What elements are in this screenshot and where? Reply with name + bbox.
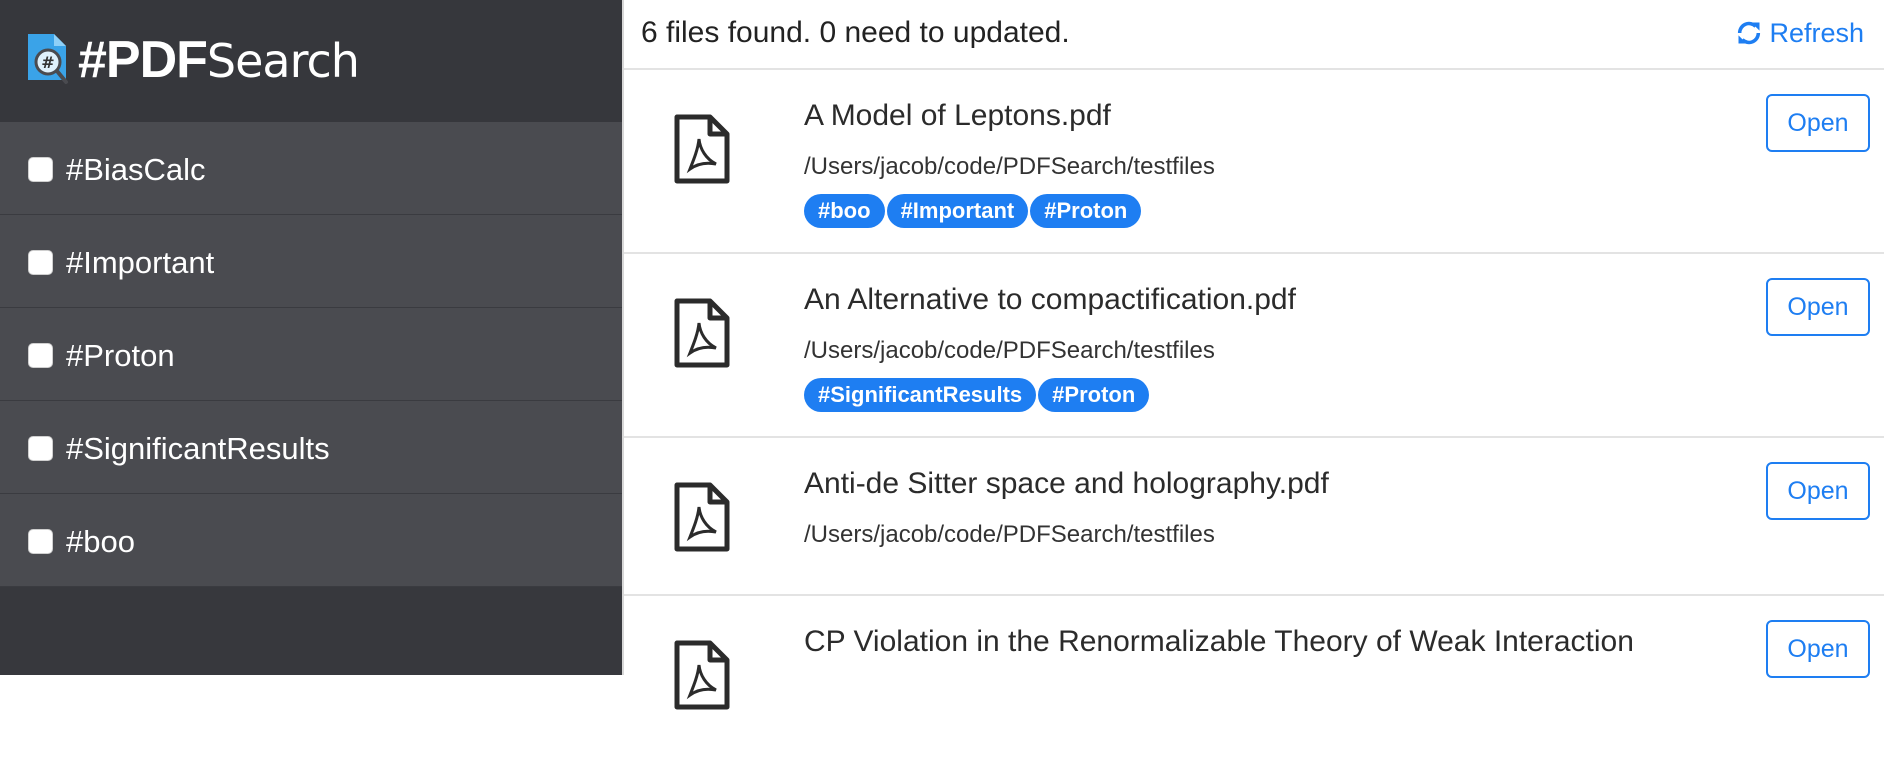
file-row: An Alternative to compactification.pdf /… [624, 254, 1884, 438]
file-list: A Model of Leptons.pdf /Users/jacob/code… [624, 70, 1884, 780]
file-name: Anti-de Sitter space and holography.pdf [804, 467, 1329, 500]
open-button[interactable]: Open [1766, 462, 1870, 520]
tag-chip[interactable]: #SignificantResults [804, 378, 1037, 412]
tag-label: #boo [66, 524, 135, 559]
app-brand: # #PDFSearch [0, 0, 622, 122]
pdf-file-icon [674, 298, 730, 368]
results-header: 6 files found. 0 need to updated. Refres… [624, 0, 1884, 70]
pdf-file-icon [674, 114, 730, 184]
tag-chip[interactable]: #Proton [1038, 378, 1150, 412]
open-button[interactable]: Open [1766, 620, 1870, 678]
file-name: A Model of Leptons.pdf [804, 99, 1111, 132]
tag-item-significantresults[interactable]: #SignificantResults [0, 401, 622, 494]
app-title-bold: #PDF [78, 31, 208, 89]
tag-checkbox[interactable] [28, 529, 53, 554]
tag-label: #Important [66, 245, 215, 280]
tag-checkbox[interactable] [28, 250, 53, 275]
tag-checkbox[interactable] [28, 157, 53, 182]
file-path: /Users/jacob/code/PDFSearch/testfiles [804, 337, 1215, 364]
tag-chip[interactable]: #Important [886, 194, 1029, 228]
pdf-file-icon [674, 482, 730, 552]
tag-item-biascalc[interactable]: #BiasCalc [0, 122, 622, 215]
sidebar: # #PDFSearch #BiasCalc #Important #Proto… [0, 0, 622, 675]
file-path: /Users/jacob/code/PDFSearch/testfiles [804, 153, 1215, 180]
tag-label: #SignificantResults [66, 431, 330, 466]
file-tags: #boo #Important #Proton [804, 194, 1143, 228]
file-name: CP Violation in the Renormalizable Theor… [804, 625, 1634, 658]
file-row: Anti-de Sitter space and holography.pdf … [624, 438, 1884, 596]
tag-item-boo[interactable]: #boo [0, 494, 622, 587]
pdf-file-icon [674, 640, 730, 710]
tag-label: #BiasCalc [66, 152, 206, 187]
tag-label: #Proton [66, 338, 175, 373]
tag-item-important[interactable]: #Important [0, 215, 622, 308]
tag-chip[interactable]: #boo [804, 194, 885, 228]
refresh-button[interactable]: Refresh [1735, 16, 1864, 50]
main-panel: 6 files found. 0 need to updated. Refres… [622, 0, 1884, 710]
logo-glyph: # [41, 53, 54, 72]
file-row: CP Violation in the Renormalizable Theor… [624, 596, 1884, 780]
tag-checkbox[interactable] [28, 436, 53, 461]
file-path: /Users/jacob/code/PDFSearch/testfiles [804, 521, 1215, 548]
file-name: An Alternative to compactification.pdf [804, 283, 1296, 316]
refresh-icon [1738, 21, 1761, 45]
app-title-thin: Search [206, 34, 360, 88]
pdf-search-logo-icon: # [28, 34, 68, 84]
open-button[interactable]: Open [1766, 278, 1870, 336]
tag-item-proton[interactable]: #Proton [0, 308, 622, 401]
tag-checkbox[interactable] [28, 343, 53, 368]
file-tags: #SignificantResults #Proton [804, 378, 1151, 412]
app-title: #PDFSearch [78, 30, 360, 91]
refresh-label: Refresh [1769, 18, 1864, 48]
results-status: 6 files found. 0 need to updated. [641, 16, 1070, 49]
open-button[interactable]: Open [1766, 94, 1870, 152]
file-row: A Model of Leptons.pdf /Users/jacob/code… [624, 70, 1884, 254]
tag-chip[interactable]: #Proton [1030, 194, 1142, 228]
tag-filter-list: #BiasCalc #Important #Proton #Significan… [0, 122, 622, 587]
